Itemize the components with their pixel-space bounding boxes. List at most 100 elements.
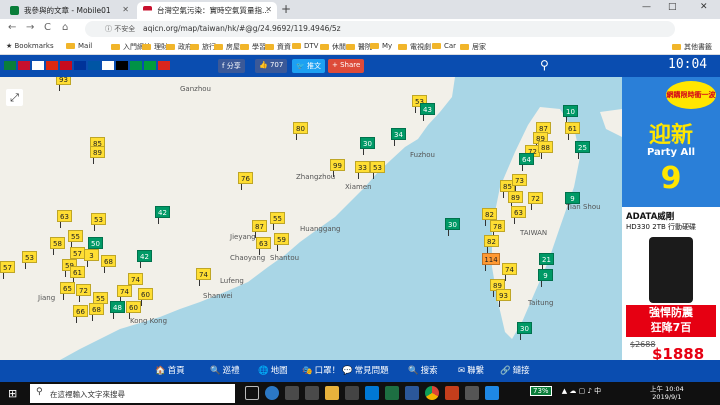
- forward-button[interactable]: →: [26, 22, 34, 33]
- aqi-station-marker[interactable]: 60: [138, 288, 153, 306]
- language-flag-icon[interactable]: [46, 61, 58, 70]
- aqi-station-marker[interactable]: 80: [293, 122, 308, 140]
- aqi-station-marker[interactable]: 93: [56, 77, 71, 91]
- aqi-station-marker[interactable]: 42: [137, 250, 152, 268]
- bookmark-item[interactable]: 旅行: [190, 42, 216, 52]
- aqi-station-marker[interactable]: 87: [252, 220, 267, 238]
- bookmarks-apps[interactable]: ★ Bookmarks: [6, 42, 54, 50]
- bottom-nav-item[interactable]: 🔗 鏈接: [500, 364, 530, 379]
- language-flag-icon[interactable]: [144, 61, 156, 70]
- aqi-station-marker[interactable]: 21: [539, 253, 554, 271]
- bottom-nav-item[interactable]: 🔍 搜索: [408, 364, 438, 379]
- tray-icons[interactable]: ▲ ☁ ▢ ♪ 中: [562, 387, 601, 395]
- aqi-station-marker[interactable]: 61: [565, 122, 580, 140]
- bookmark-item[interactable]: 電視劇: [398, 42, 431, 52]
- windows-start-icon[interactable]: ⊞: [8, 387, 17, 400]
- aqi-station-marker[interactable]: 72: [76, 284, 91, 302]
- aqi-station-marker[interactable]: 59: [274, 233, 289, 251]
- mail-icon[interactable]: [365, 386, 379, 400]
- aqi-station-marker[interactable]: 55: [270, 212, 285, 230]
- app-icon[interactable]: [285, 386, 299, 400]
- aqi-station-marker[interactable]: 74: [502, 263, 517, 281]
- minimize-button[interactable]: —: [642, 2, 651, 12]
- bottom-nav-item[interactable]: 🏠 首頁: [155, 364, 185, 379]
- aqi-station-marker[interactable]: 30: [445, 218, 460, 236]
- aqi-station-marker[interactable]: 76: [238, 172, 253, 190]
- close-tab-icon[interactable]: ✕: [122, 5, 129, 14]
- bookmark-item[interactable]: 資資: [265, 42, 291, 52]
- reload-button[interactable]: C: [44, 22, 51, 33]
- aqi-station-marker[interactable]: 89: [508, 191, 523, 209]
- back-button[interactable]: ←: [8, 22, 16, 33]
- aqi-station-marker[interactable]: 50: [88, 237, 103, 255]
- aqi-station-marker[interactable]: 33: [355, 161, 370, 179]
- aqi-station-marker[interactable]: 30: [360, 137, 375, 155]
- excel-icon[interactable]: [385, 386, 399, 400]
- aqi-station-marker[interactable]: 68: [89, 303, 104, 321]
- aqi-station-marker[interactable]: 55: [68, 230, 83, 248]
- language-flag-icon[interactable]: [130, 61, 142, 70]
- aqi-station-marker[interactable]: 82: [484, 235, 499, 253]
- aqi-station-marker[interactable]: 60: [126, 301, 141, 319]
- aqi-station-marker[interactable]: 63: [511, 206, 526, 224]
- bookmark-item[interactable]: Car: [432, 42, 456, 50]
- file-explorer-icon[interactable]: [325, 386, 339, 400]
- aqi-station-marker[interactable]: 57: [70, 247, 85, 265]
- aqi-station-marker[interactable]: 93: [496, 289, 511, 307]
- aqi-station-marker[interactable]: 53: [370, 161, 385, 179]
- bottom-nav-item[interactable]: 🔍 巡禮: [210, 364, 240, 379]
- close-tab-icon[interactable]: ✕: [265, 5, 272, 14]
- aqi-station-marker[interactable]: 42: [155, 206, 170, 224]
- aqi-station-marker[interactable]: 64: [519, 153, 534, 171]
- aqi-station-marker[interactable]: 74: [117, 285, 132, 303]
- aqi-station-marker[interactable]: 114: [482, 253, 500, 271]
- aqi-station-marker[interactable]: 43: [420, 103, 435, 121]
- store-icon[interactable]: [345, 386, 359, 400]
- bookmark-item[interactable]: 理財: [142, 42, 168, 52]
- new-tab-button[interactable]: +: [281, 2, 291, 16]
- aqi-station-marker[interactable]: 61: [70, 266, 85, 284]
- aqi-station-marker[interactable]: 3: [84, 249, 99, 267]
- aqi-station-marker[interactable]: 78: [490, 220, 505, 238]
- ad-sidebar[interactable]: 網購限時衝一波 迎新 Party All 9 ADATA威剛 HD330 2TB…: [622, 77, 720, 360]
- aqi-station-marker[interactable]: 10: [563, 105, 578, 123]
- language-flag-icon[interactable]: [116, 61, 128, 70]
- aqi-station-marker[interactable]: 74: [128, 273, 143, 291]
- bottom-nav-item[interactable]: 🎭 口罩！: [302, 364, 340, 379]
- bookmark-item[interactable]: DTV: [292, 42, 318, 50]
- aqi-station-marker[interactable]: 63: [57, 210, 72, 228]
- aqi-station-marker[interactable]: 53: [22, 251, 37, 269]
- aqi-station-marker[interactable]: 89: [90, 146, 105, 164]
- task-view-icon[interactable]: [245, 386, 259, 400]
- language-flag-icon[interactable]: [74, 61, 86, 70]
- other-bookmarks[interactable]: 其他書籤: [672, 42, 712, 52]
- taskbar-clock[interactable]: 上午 10:04 2019/9/1: [650, 385, 684, 401]
- ad-banner[interactable]: 網購限時衝一波 迎新 Party All 9: [622, 77, 720, 207]
- fullscreen-button[interactable]: ⤢: [6, 89, 23, 106]
- bottom-nav-item[interactable]: 💬 常見問題: [342, 364, 389, 379]
- tab-aqicn[interactable]: 台灣空氣污染：實時空氣質量指... ✕: [137, 2, 277, 19]
- tab-mobile01[interactable]: 我參與的文章 - Mobile01 ✕: [4, 2, 134, 19]
- bottom-nav-item[interactable]: 🌐 地圖: [258, 364, 288, 379]
- bottom-nav-item[interactable]: ✉ 聯繫: [458, 364, 484, 379]
- bookmark-item[interactable]: 醫院: [346, 42, 372, 52]
- aqi-station-marker[interactable]: 65: [60, 282, 75, 300]
- home-button[interactable]: ⌂: [62, 22, 68, 33]
- share-plus-button[interactable]: + Share: [328, 59, 365, 73]
- maximize-button[interactable]: □: [668, 2, 677, 12]
- taskbar-search-box[interactable]: ⚲ 在這裡輸入文字來搜尋: [30, 384, 235, 403]
- close-window-button[interactable]: ✕: [700, 2, 708, 12]
- chrome-icon[interactable]: [425, 386, 439, 400]
- bookmark-item[interactable]: Mail: [66, 42, 92, 50]
- aqi-station-marker[interactable]: 88: [538, 141, 553, 159]
- search-icon[interactable]: ⚲: [540, 58, 549, 72]
- aqi-station-marker[interactable]: 9: [565, 192, 580, 210]
- bookmark-item[interactable]: 居家: [460, 42, 486, 52]
- app-icon[interactable]: [305, 386, 319, 400]
- bookmark-item[interactable]: 房屋: [214, 42, 240, 52]
- aqi-map[interactable]: ⤢ Ganzhou Fuzhou Zhangzhou Xiamen Huanggang J…: [0, 77, 622, 360]
- aqi-station-marker[interactable]: 30: [517, 322, 532, 340]
- tweet-button[interactable]: 🐦 推文: [292, 59, 325, 73]
- facebook-share-button[interactable]: f 分享: [218, 59, 245, 73]
- aqi-station-marker[interactable]: 57: [0, 261, 15, 279]
